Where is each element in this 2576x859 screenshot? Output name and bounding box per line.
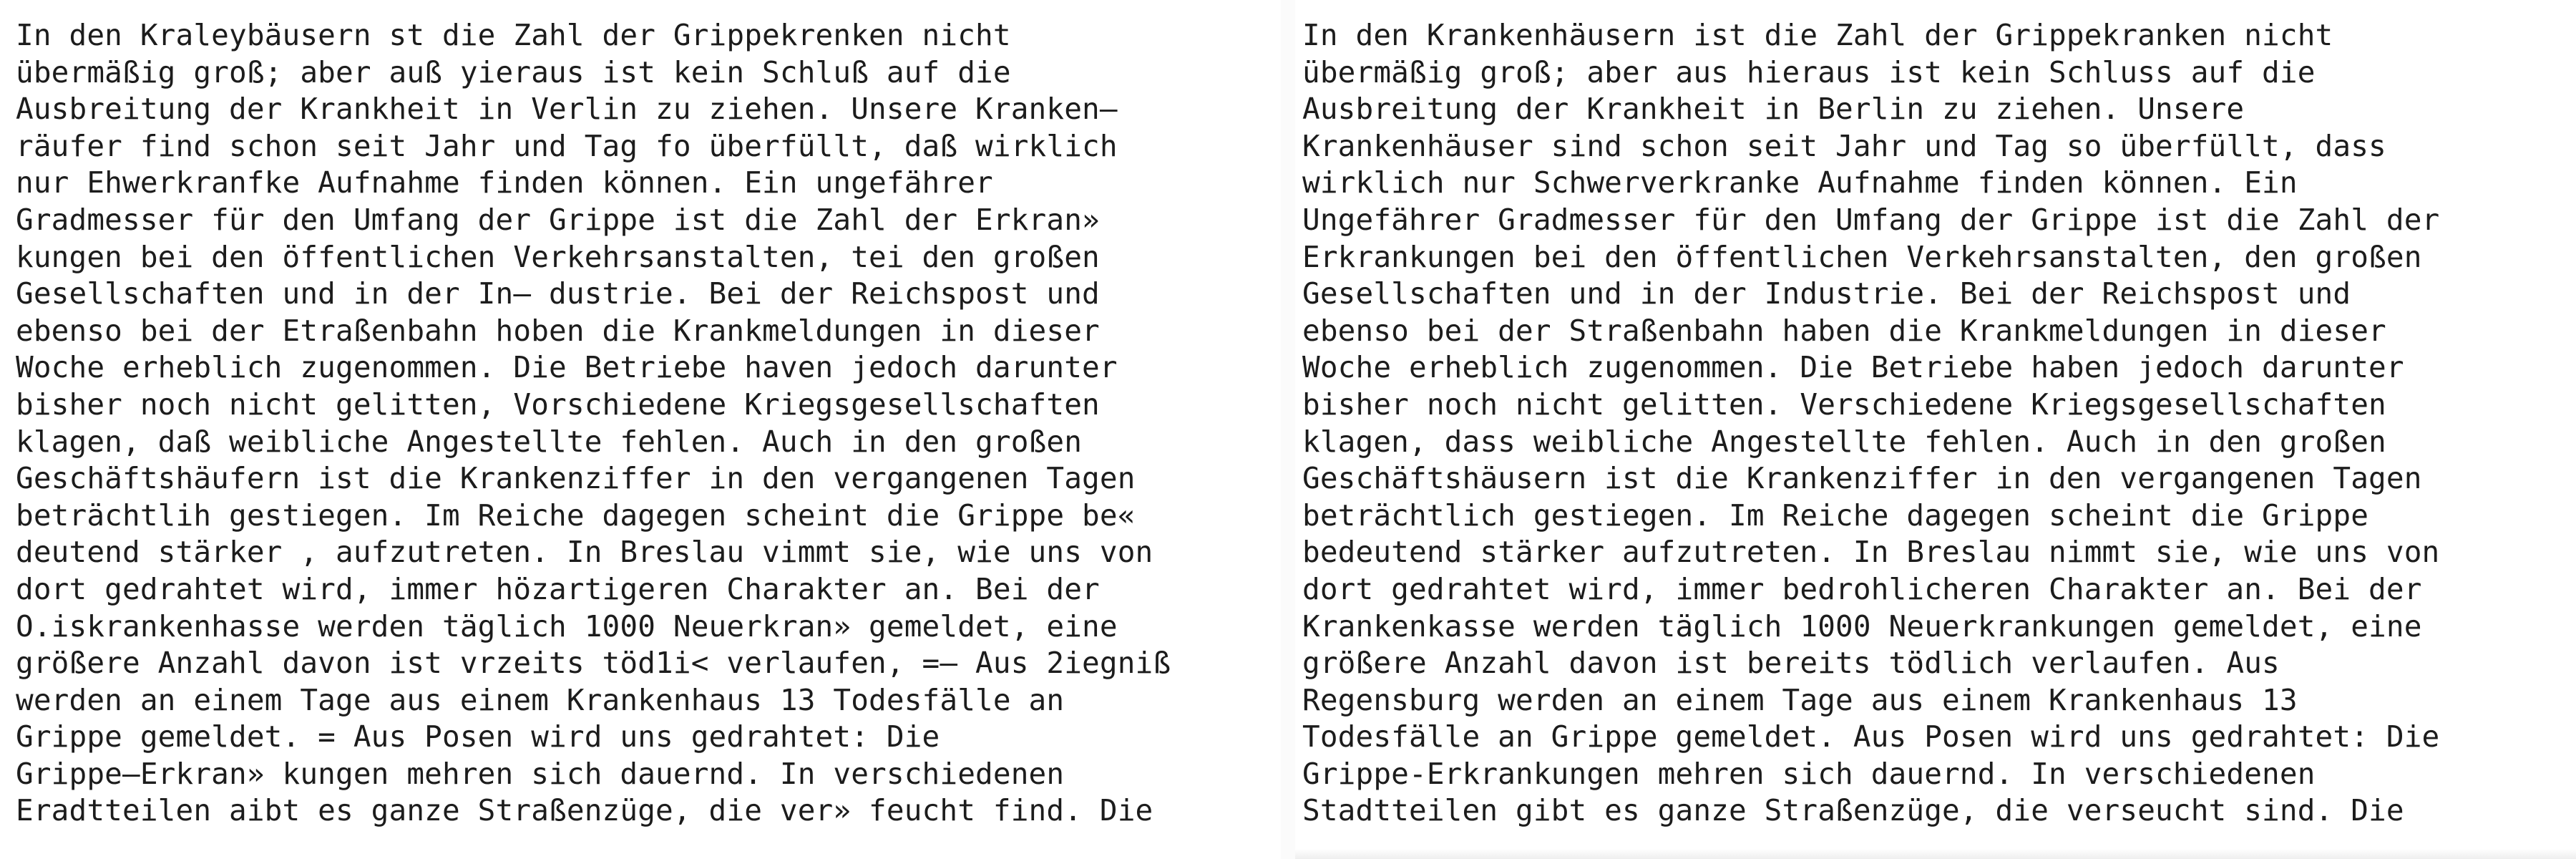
text-line: werden an einem Tage aus einem Krankenha…: [16, 682, 1065, 717]
text-line: Geschäftshäufern ist die Krankenziffer i…: [16, 461, 1136, 496]
text-line: klagen, dass weibliche Angestellte fehle…: [1302, 424, 2386, 459]
ocr-raw-text-panel: In den Kraleybäusern st die Zahl der Gri…: [0, 0, 1281, 859]
corrected-text-panel: In den Krankenhäusern ist die Zahl der G…: [1295, 0, 2576, 859]
text-line: Gesellschaften und in der In— dustrie. B…: [16, 276, 1100, 311]
text-line: In den Kraleybäusern st die Zahl der Gri…: [16, 18, 1011, 52]
text-line: Eradtteilen aibt es ganze Straßenzüge, d…: [16, 793, 1153, 828]
text-line: übermäßig groß; aber auß yieraus ist kei…: [16, 54, 1011, 89]
text-line: beträchtlih gestiegen. Im Reiche dagegen…: [16, 498, 1136, 533]
panel-divider: [1281, 0, 1295, 859]
text-line: kungen bei den öffentlichen Verkehrsanst…: [16, 239, 1100, 274]
scroll-edge-shadow: [1295, 849, 2576, 859]
text-line: nur Ehwerkranfke Aufnahme finden können.…: [16, 165, 993, 200]
text-line: Todesfälle an Grippe gemeldet. Aus Posen…: [1302, 719, 2440, 754]
text-line: größere Anzahl davon ist vrzeits töd1i< …: [16, 646, 1171, 681]
text-line: klagen, daß weibliche Angestellte fehlen…: [16, 424, 1083, 459]
text-line: Woche erheblich zugenommen. Die Betriebe…: [1302, 350, 2404, 385]
text-line: Stadtteilen gibt es ganze Straßenzüge, d…: [1302, 793, 2404, 828]
text-line: dort gedrahtet wird, immer bedrohlichere…: [1302, 571, 2422, 606]
text-line: übermäßig groß; aber aus hieraus ist kei…: [1302, 54, 2316, 89]
text-line: Krankenkasse werden täglich 1000 Neuerkr…: [1302, 608, 2422, 644]
text-line: bisher noch nicht gelitten. Verschiedene…: [1302, 387, 2386, 422]
text-line: deutend stärker , aufzutreten. In Bresla…: [16, 535, 1153, 570]
text-line: bedeutend stärker aufzutreten. In Bresla…: [1302, 535, 2440, 570]
text-line: beträchtlich gestiegen. Im Reiche dagege…: [1302, 498, 2369, 533]
text-line: Woche erheblich zugenommen. Die Betriebe…: [16, 350, 1118, 385]
text-line: wirklich nur Schwerverkranke Aufnahme fi…: [1302, 165, 2298, 200]
text-line: Krankenhäuser sind schon seit Jahr und T…: [1302, 128, 2386, 163]
text-line: Ungefährer Gradmesser für den Umfang der…: [1302, 202, 2440, 237]
text-line: bisher noch nicht gelitten, Vorschiedene…: [16, 387, 1100, 422]
text-line: Grippe gemeldet. = Aus Posen wird uns ge…: [16, 719, 940, 754]
text-line: ebenso bei der Etraßenbahn hoben die Kra…: [16, 313, 1100, 348]
text-line: Grippe—Erkran» kungen mehren sich dauern…: [16, 756, 1065, 791]
text-line: größere Anzahl davon ist bereits tödlich…: [1302, 646, 2280, 681]
text-line: Erkrankungen bei den öffentlichen Verkeh…: [1302, 239, 2422, 274]
text-line: Gradmesser für den Umfang der Grippe ist…: [16, 202, 1100, 237]
text-line: O.iskrankenhasse werden täglich 1000 Neu…: [16, 608, 1118, 644]
text-line: Geschäftshäusern ist die Krankenziffer i…: [1302, 461, 2422, 496]
text-line: Grippe-Erkrankungen mehren sich dauernd.…: [1302, 756, 2316, 791]
text-line: Ausbreitung der Krankheit in Verlin zu z…: [16, 92, 1118, 127]
text-line: Regensburg werden an einem Tage aus eine…: [1302, 682, 2298, 717]
text-line: In den Krankenhäusern ist die Zahl der G…: [1302, 18, 2333, 52]
text-line: räufer find schon seit Jahr und Tag fo ü…: [16, 128, 1118, 163]
text-line: Ausbreitung der Krankheit in Berlin zu z…: [1302, 92, 2245, 127]
text-line: ebenso bei der Straßenbahn haben die Kra…: [1302, 313, 2386, 348]
text-line: Gesellschaften und in der Industrie. Bei…: [1302, 276, 2351, 311]
text-line: dort gedrahtet wird, immer hözartigeren …: [16, 571, 1100, 606]
